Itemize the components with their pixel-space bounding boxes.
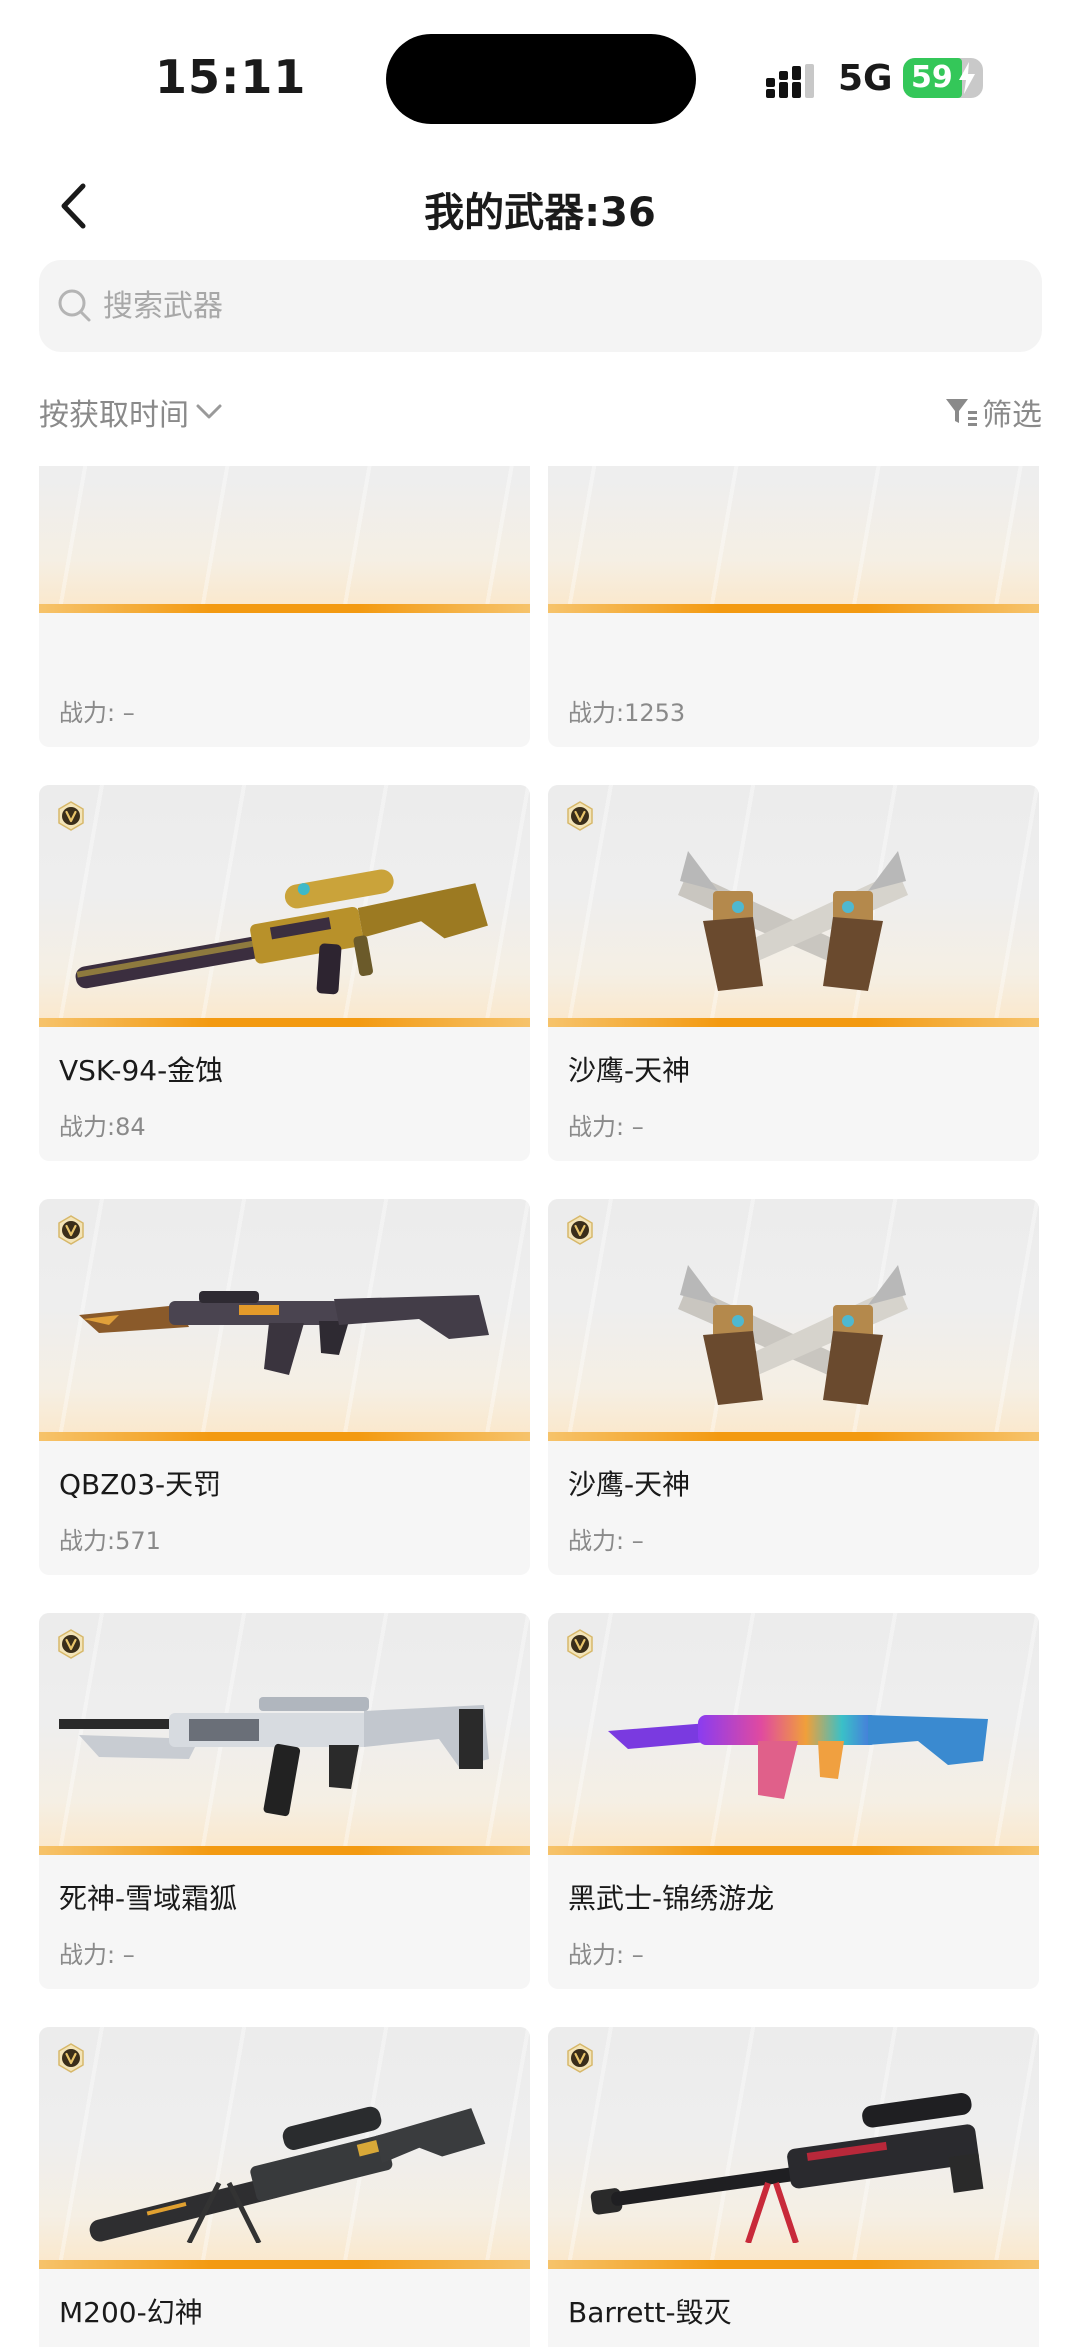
weapon-card[interactable]: 死神-雪域霜狐战力: – <box>39 1613 530 1989</box>
status-bar: 15:11 5G 59 <box>0 0 1080 150</box>
weapon-card[interactable]: VSK-94-金蚀战力:84 <box>39 785 530 1161</box>
weapon-power: 战力: – <box>568 1941 644 1969</box>
weapon-image-area <box>39 785 530 1027</box>
weapon-power: 战力:571 <box>59 1527 161 1555</box>
weapon-name: Barrett-毁灭 <box>568 2296 732 2329</box>
weapon-image <box>678 1265 908 1405</box>
weapon-name: M200-幻神 <box>59 2296 203 2329</box>
weapon-image <box>89 2106 486 2243</box>
weapon-name: 死神-雪域霜狐 <box>59 1882 238 1915</box>
rarity-bar <box>39 2260 530 2269</box>
weapon-power: 战力:1253 <box>568 699 686 727</box>
weapon-name: 黑武士-锦绣游龙 <box>568 1882 775 1915</box>
funnel-icon <box>946 399 977 426</box>
weapon-card[interactable]: Barrett-毁灭战力:48 <box>548 2027 1039 2347</box>
search-bar[interactable] <box>39 260 1042 352</box>
weapon-image-area <box>548 1613 1039 1855</box>
battery-icon: 59 <box>903 58 983 98</box>
network-type: 5G <box>838 58 893 99</box>
sort-dropdown[interactable]: 按获取时间 <box>39 390 223 434</box>
status-time: 15:11 <box>155 50 307 104</box>
weapon-name: QBZ03-天罚 <box>59 1468 222 1501</box>
weapon-image-area <box>548 1199 1039 1441</box>
weapon-image-area <box>548 466 1039 613</box>
weapon-image <box>75 869 488 995</box>
filter-label: 筛选 <box>982 398 1042 433</box>
weapon-card[interactable]: 战力: – <box>39 466 530 747</box>
weapon-power: 战力: – <box>568 1113 644 1141</box>
weapon-name: VSK-94-金蚀 <box>59 1054 224 1087</box>
search-input[interactable] <box>103 288 983 324</box>
rarity-bar <box>548 604 1039 613</box>
weapon-card[interactable]: 黑武士-锦绣游龙战力: – <box>548 1613 1039 1989</box>
weapon-image-area <box>39 1199 530 1441</box>
rarity-bar <box>548 1432 1039 1441</box>
signal-icon <box>766 64 814 98</box>
weapon-card[interactable]: 沙鹰-天神战力: – <box>548 785 1039 1161</box>
weapon-power: 战力: – <box>568 1527 644 1555</box>
weapon-image-area <box>39 466 530 613</box>
weapon-power: 战力: – <box>59 699 135 727</box>
weapon-image <box>79 1291 489 1375</box>
weapon-power: 战力:84 <box>59 1113 146 1141</box>
weapon-image-area <box>39 1613 530 1855</box>
dynamic-island <box>386 34 696 124</box>
weapon-card[interactable]: QBZ03-天罚战力:571 <box>39 1199 530 1575</box>
rarity-bar <box>548 1846 1039 1855</box>
weapon-image <box>678 851 908 991</box>
weapon-image <box>59 1697 489 1817</box>
sort-label: 按获取时间 <box>39 398 189 433</box>
rarity-bar <box>39 1432 530 1441</box>
weapon-grid-content: 战力: – 战力:1253 VSK-94-金蚀 战力:84 沙鹰-天神 战力: … <box>0 466 1080 2347</box>
weapon-name: 沙鹰-天神 <box>568 1054 691 1087</box>
rarity-bar <box>39 1846 530 1855</box>
weapon-power: 战力: – <box>59 1941 135 1969</box>
charging-bolt-icon <box>959 62 975 94</box>
chevron-down-icon <box>196 404 222 419</box>
weapon-image-area <box>39 2027 530 2269</box>
battery-percent: 59 <box>911 60 953 95</box>
weapon-card[interactable]: 沙鹰-天神战力: – <box>548 1199 1039 1575</box>
weapon-image <box>608 1715 988 1799</box>
weapon-grid: 战力: – 战力:1253 VSK-94-金蚀 战力:84 沙鹰-天神 战力: … <box>0 466 1080 2347</box>
rarity-bar <box>548 2260 1039 2269</box>
weapon-image-area <box>548 785 1039 1027</box>
rarity-bar <box>39 604 530 613</box>
filter-button[interactable]: 筛选 <box>944 390 1042 434</box>
weapon-image <box>590 2092 984 2243</box>
rarity-bar <box>39 1018 530 1027</box>
weapon-card[interactable]: M200-幻神战力:1644 <box>39 2027 530 2347</box>
rarity-bar <box>548 1018 1039 1027</box>
weapon-name: 沙鹰-天神 <box>568 1468 691 1501</box>
weapon-image-area <box>548 2027 1039 2269</box>
search-icon <box>58 289 91 322</box>
weapon-card[interactable]: 战力:1253 <box>548 466 1039 747</box>
page-title: 我的武器:36 <box>424 190 656 236</box>
